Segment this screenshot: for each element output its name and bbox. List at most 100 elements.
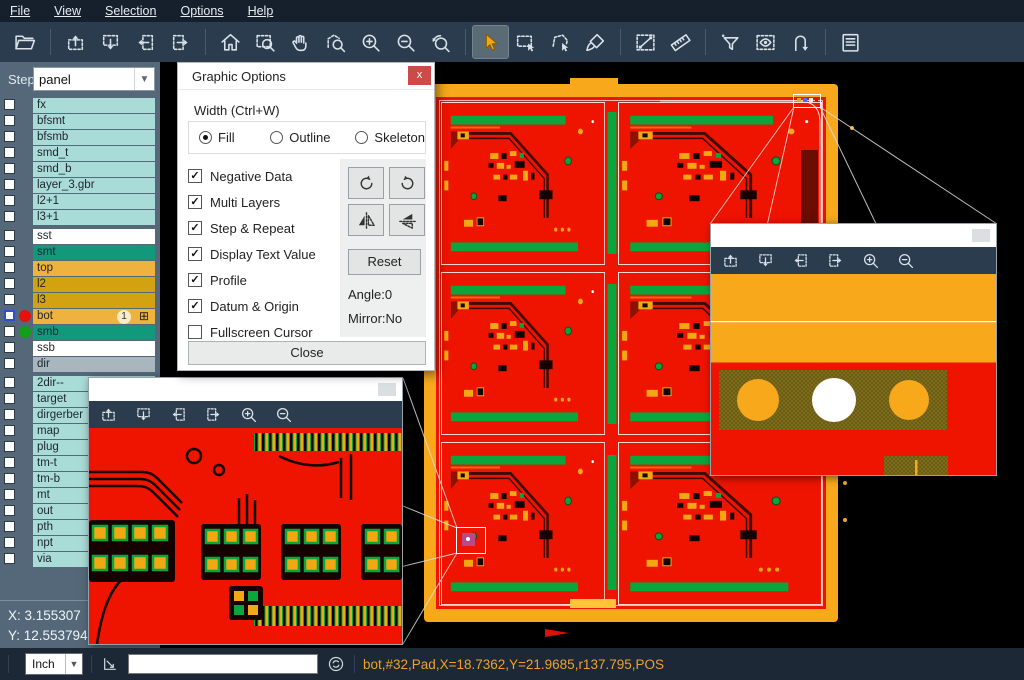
- radio-circle[interactable]: [270, 131, 283, 144]
- layer-row-l2+1[interactable]: l2+1: [0, 194, 160, 209]
- menu-item-help[interactable]: Help: [248, 4, 274, 18]
- layer-row-smt[interactable]: smt: [0, 245, 160, 260]
- layer-checkbox[interactable]: [4, 246, 15, 257]
- home-icon[interactable]: [213, 26, 248, 58]
- rotate-cw-icon[interactable]: [348, 167, 384, 199]
- layer-checkbox[interactable]: [4, 326, 15, 337]
- pan-right-icon[interactable]: [202, 404, 224, 426]
- corner-snap-icon[interactable]: [100, 654, 120, 674]
- layer-label[interactable]: smd_b: [33, 162, 155, 177]
- layer-checkbox[interactable]: [4, 553, 15, 564]
- u-turn-icon[interactable]: [783, 26, 818, 58]
- pan-right-icon[interactable]: [824, 250, 846, 272]
- layer-label[interactable]: smt: [33, 245, 155, 260]
- layer-checkbox[interactable]: [4, 358, 15, 369]
- layer-checkbox[interactable]: [4, 195, 15, 206]
- layer-checkbox[interactable]: [4, 131, 15, 142]
- layer-checkbox[interactable]: [4, 457, 15, 468]
- layer-label[interactable]: ssb: [33, 341, 155, 356]
- layer-label[interactable]: bot1⊞: [33, 309, 155, 324]
- flip-h-icon[interactable]: [348, 204, 384, 236]
- layer-row-top[interactable]: top: [0, 261, 160, 276]
- magnifier-window-button[interactable]: [378, 383, 396, 396]
- layer-checkbox[interactable]: [4, 342, 15, 353]
- layer-row-smb[interactable]: smb: [0, 325, 160, 340]
- pan-up-icon[interactable]: [97, 404, 119, 426]
- step-select[interactable]: panel ▼: [33, 67, 155, 91]
- layer-row-bfsmt[interactable]: bfsmt: [0, 114, 160, 129]
- layer-checkbox[interactable]: [4, 377, 15, 388]
- pan-down-icon[interactable]: [93, 26, 128, 58]
- layer-checkbox[interactable]: [4, 537, 15, 548]
- magnifier-window-right[interactable]: [710, 223, 997, 476]
- layer-label[interactable]: bfsmb: [33, 130, 155, 145]
- checkbox-box[interactable]: [188, 325, 202, 339]
- layer-row-bot[interactable]: bot1⊞: [0, 309, 160, 324]
- menu-item-view[interactable]: View: [54, 4, 81, 18]
- menu-item-file[interactable]: File: [10, 4, 30, 18]
- report-icon[interactable]: [833, 26, 868, 58]
- checkbox-negative-data[interactable]: ✓Negative Data: [188, 163, 338, 189]
- radio-circle[interactable]: [199, 131, 212, 144]
- layer-label[interactable]: smb: [33, 325, 155, 340]
- pan-down-icon[interactable]: [754, 250, 776, 272]
- layer-label[interactable]: l3: [33, 293, 155, 308]
- pan-up-icon[interactable]: [58, 26, 93, 58]
- radio-fill[interactable]: Fill: [199, 130, 270, 145]
- layer-checkbox[interactable]: [4, 230, 15, 241]
- eye-region-icon[interactable]: [748, 26, 783, 58]
- menu-item-options[interactable]: Options: [180, 4, 223, 18]
- ruler-icon[interactable]: [663, 26, 698, 58]
- magnifier-window-left[interactable]: [88, 377, 403, 645]
- layer-row-smd_t[interactable]: smd_t: [0, 146, 160, 161]
- layer-checkbox[interactable]: [4, 115, 15, 126]
- checkbox-box[interactable]: ✓: [188, 169, 202, 183]
- layer-checkbox[interactable]: [4, 489, 15, 500]
- layer-row-smd_b[interactable]: smd_b: [0, 162, 160, 177]
- measure-icon[interactable]: [628, 26, 663, 58]
- checkbox-box[interactable]: ✓: [188, 195, 202, 209]
- layer-label[interactable]: l3+1: [33, 210, 155, 225]
- zoom-out-icon[interactable]: [272, 404, 294, 426]
- layer-checkbox[interactable]: [4, 179, 15, 190]
- pan-up-icon[interactable]: [719, 250, 741, 272]
- layer-checkbox[interactable]: [4, 211, 15, 222]
- layer-checkbox[interactable]: [4, 147, 15, 158]
- checkbox-datum-origin[interactable]: ✓Datum & Origin: [188, 293, 338, 319]
- checkbox-multi-layers[interactable]: ✓Multi Layers: [188, 189, 338, 215]
- layer-checkbox[interactable]: [4, 99, 15, 110]
- zoom-window-icon[interactable]: [248, 26, 283, 58]
- zoom-out-icon[interactable]: [894, 250, 916, 272]
- checkbox-box[interactable]: ✓: [188, 221, 202, 235]
- layer-checkbox[interactable]: [4, 473, 15, 484]
- filter-icon[interactable]: [713, 26, 748, 58]
- checkbox-box[interactable]: ✓: [188, 273, 202, 287]
- layer-checkbox[interactable]: [4, 409, 15, 420]
- layer-row-l3[interactable]: l3: [0, 293, 160, 308]
- magnifier-window-button[interactable]: [972, 229, 990, 242]
- layer-row-dir[interactable]: dir: [0, 357, 160, 372]
- layer-row-l3+1[interactable]: l3+1: [0, 210, 160, 225]
- zoom-back-icon[interactable]: [423, 26, 458, 58]
- layer-checkbox[interactable]: [4, 294, 15, 305]
- pan-left-icon[interactable]: [128, 26, 163, 58]
- unit-select[interactable]: Inch ▼: [25, 653, 83, 675]
- zoom-in-icon[interactable]: [237, 404, 259, 426]
- layer-label[interactable]: fx: [33, 98, 155, 113]
- layer-checkbox[interactable]: [4, 441, 15, 452]
- pan-left-icon[interactable]: [789, 250, 811, 272]
- pan-down-icon[interactable]: [132, 404, 154, 426]
- grid-icon[interactable]: ⊞: [139, 309, 149, 324]
- layer-label[interactable]: sst: [33, 229, 155, 244]
- layer-checkbox[interactable]: [4, 425, 15, 436]
- zoom-out-icon[interactable]: [388, 26, 423, 58]
- layer-row-ssb[interactable]: ssb: [0, 341, 160, 356]
- layer-label[interactable]: dir: [33, 357, 155, 372]
- checkbox-step-repeat[interactable]: ✓Step & Repeat: [188, 215, 338, 241]
- zoom-in-icon[interactable]: [859, 250, 881, 272]
- layer-checkbox[interactable]: [4, 393, 15, 404]
- rect-select-icon[interactable]: [508, 26, 543, 58]
- layer-row-layer_3.gbr[interactable]: layer_3.gbr: [0, 178, 160, 193]
- layer-label[interactable]: smd_t: [33, 146, 155, 161]
- layer-row-bfsmb[interactable]: bfsmb: [0, 130, 160, 145]
